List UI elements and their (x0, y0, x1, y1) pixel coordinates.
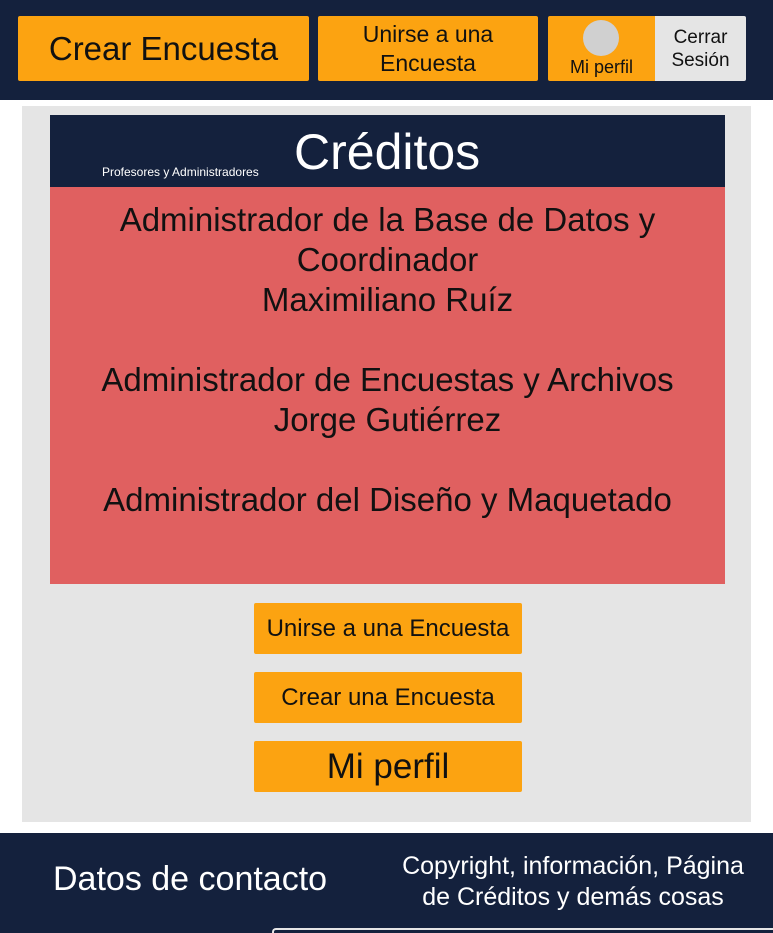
credit-name: Maximiliano Ruíz (261, 281, 514, 318)
avatar (583, 20, 619, 56)
credit-entry: Administrador de Encuestas y Archivos Jo… (50, 360, 725, 440)
copyright-text: Copyright, información, Página de Crédit… (402, 852, 744, 911)
credit-role: Administrador de la Base de Datos y Coor… (119, 201, 656, 278)
logout-button[interactable]: Cerrar Sesión (655, 16, 746, 81)
credits-header: Profesores y Administradores Créditos (50, 115, 725, 187)
create-survey-action-button[interactable]: Crear una Encuesta (254, 672, 522, 723)
credits-title: Créditos (294, 124, 481, 180)
join-survey-button[interactable]: Unirse a una Encuesta (318, 16, 538, 81)
my-profile-button[interactable]: Mi perfil (548, 16, 655, 81)
credit-entry: Administrador del Diseño y Maquetado (50, 480, 725, 520)
credits-list[interactable]: Administrador de la Base de Datos y Coor… (50, 187, 725, 584)
footer-divider (272, 928, 773, 933)
join-survey-action-button[interactable]: Unirse a una Encuesta (254, 603, 522, 654)
credits-subtitle: Profesores y Administradores (102, 165, 259, 179)
credit-name: Jorge Gutiérrez (273, 401, 502, 438)
credit-entry: Administrador de la Base de Datos y Coor… (50, 200, 725, 320)
my-profile-label: Mi perfil (569, 57, 633, 77)
create-survey-button[interactable]: Crear Encuesta (18, 16, 309, 81)
footer: Datos de contacto Copyright, información… (0, 833, 773, 933)
credit-role: Administrador de Encuestas y Archivos (101, 361, 674, 398)
my-profile-action-button[interactable]: Mi perfil (254, 741, 522, 792)
credit-role: Administrador del Diseño y Maquetado (103, 481, 672, 518)
top-navigation-bar: Crear Encuesta Unirse a una Encuesta Mi … (0, 0, 773, 100)
contact-info-link[interactable]: Datos de contacto (53, 860, 327, 899)
